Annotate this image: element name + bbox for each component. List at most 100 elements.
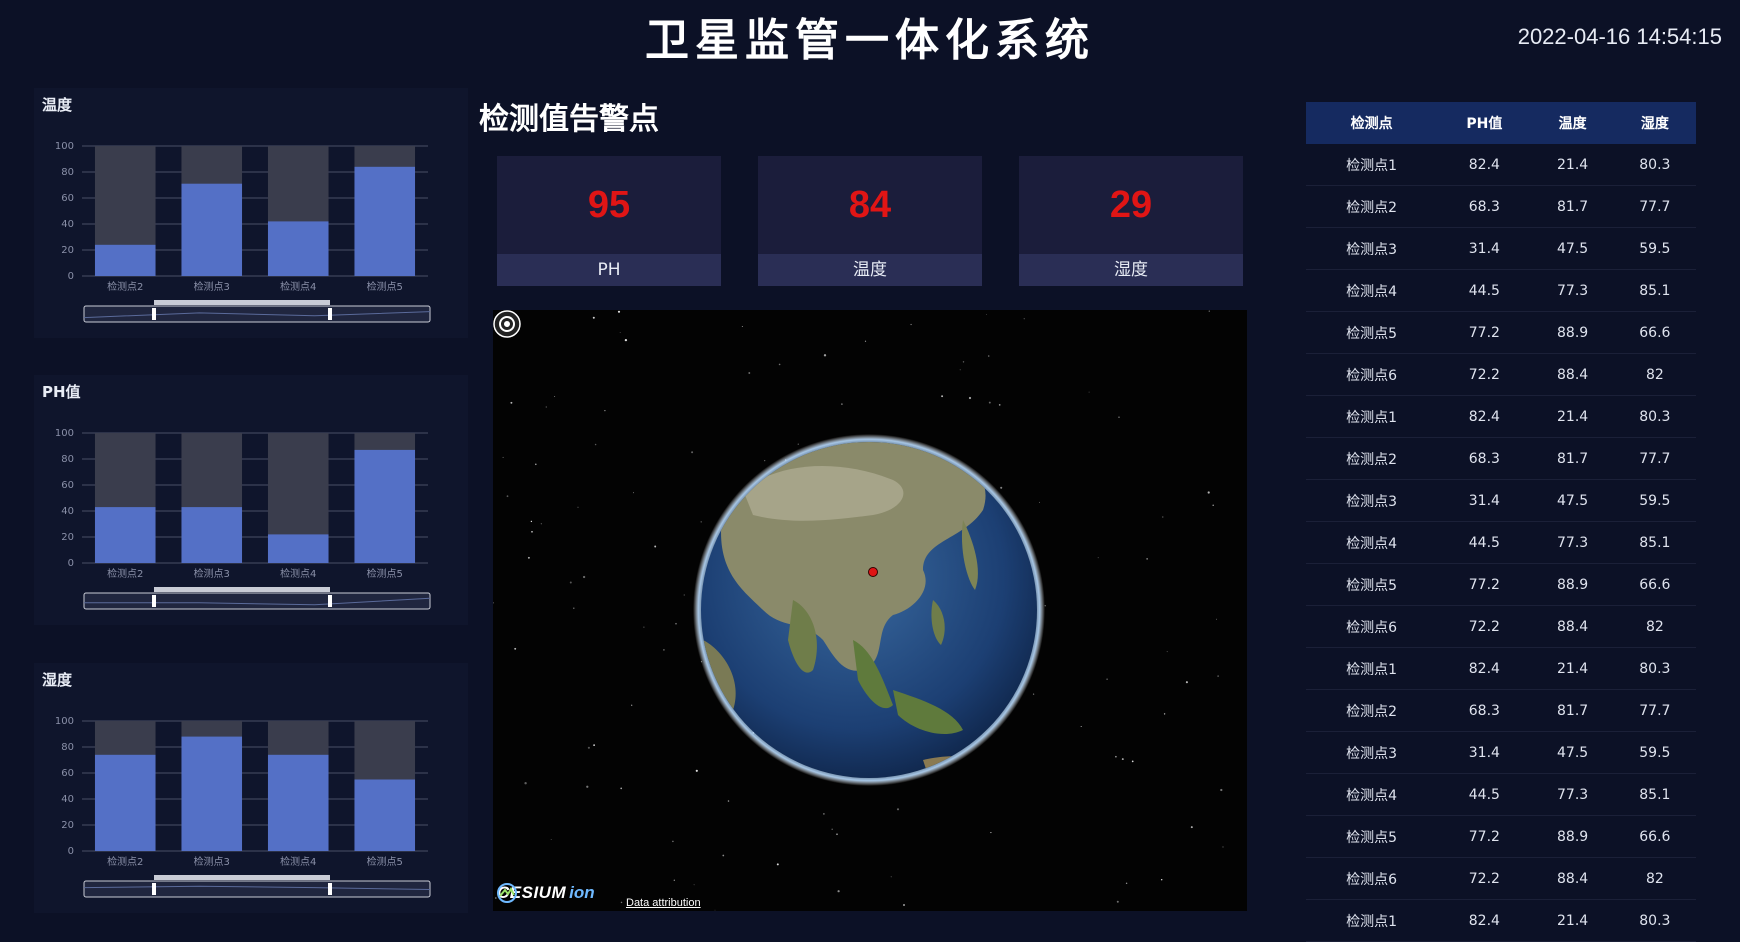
table-row[interactable]: 检测点2 68.3 81.7 77.7 bbox=[1306, 689, 1696, 732]
kpi-card-temperature: 84 温度 bbox=[758, 156, 982, 286]
y-tick-label: 20 bbox=[61, 532, 74, 543]
table-cell: 88.4 bbox=[1531, 605, 1614, 648]
cesium-ion-text: ion bbox=[569, 883, 595, 902]
table-cell: 77.7 bbox=[1613, 437, 1696, 480]
table-body: 检测点1 82.4 21.4 80.3 检测点2 68.3 81.7 77.7 检测点3 31.4… bbox=[1306, 144, 1696, 942]
table-row[interactable]: 检测点5 77.2 88.9 66.6 bbox=[1306, 563, 1696, 606]
bar[interactable] bbox=[181, 183, 243, 276]
compass-icon[interactable] bbox=[493, 310, 521, 338]
column-header: PH值 bbox=[1437, 102, 1532, 144]
table-cell: 77.7 bbox=[1613, 185, 1696, 228]
column-header: 检测点 bbox=[1306, 102, 1438, 144]
table-cell: 88.4 bbox=[1531, 857, 1614, 900]
table-row[interactable]: 检测点1 82.4 21.4 80.3 bbox=[1306, 647, 1696, 690]
table-row[interactable]: 检测点3 31.4 47.5 59.5 bbox=[1306, 479, 1696, 522]
table-cell: 检测点3 bbox=[1306, 227, 1438, 270]
datazoom-handle-left[interactable] bbox=[152, 883, 156, 895]
table-cell: 47.5 bbox=[1531, 479, 1614, 522]
y-tick-label: 40 bbox=[61, 506, 74, 517]
x-tick-label: 检测点4 bbox=[280, 567, 316, 580]
table-cell: 82 bbox=[1613, 353, 1696, 396]
datazoom-move-bar[interactable] bbox=[154, 875, 330, 880]
table-row[interactable]: 检测点6 72.2 88.4 82 bbox=[1306, 857, 1696, 900]
x-tick-label: 检测点2 bbox=[107, 280, 143, 293]
kpi-label: PH bbox=[497, 254, 721, 286]
table-cell: 检测点5 bbox=[1306, 311, 1438, 354]
table-cell: 80.3 bbox=[1613, 647, 1696, 690]
bar[interactable] bbox=[354, 779, 416, 852]
table-cell: 检测点1 bbox=[1306, 395, 1438, 438]
globe-viewer[interactable]: CESIUM ion Data attribution bbox=[493, 310, 1247, 911]
kpi-value: 29 bbox=[1109, 184, 1153, 226]
temperature-chart-panel: 温度 0 20 40 60 80 100 检测点2 检测点3 检测点4 检测点5 bbox=[34, 88, 468, 338]
x-tick-label: 检测点3 bbox=[194, 567, 230, 580]
table-row[interactable]: 检测点4 44.5 77.3 85.1 bbox=[1306, 773, 1696, 816]
table-row[interactable]: 检测点5 77.2 88.9 66.6 bbox=[1306, 311, 1696, 354]
datazoom-handle-left[interactable] bbox=[152, 308, 156, 320]
table-row[interactable]: 检测点2 68.3 81.7 77.7 bbox=[1306, 185, 1696, 228]
table-cell: 47.5 bbox=[1531, 227, 1614, 270]
table-cell: 47.5 bbox=[1531, 731, 1614, 774]
table-row[interactable]: 检测点1 82.4 21.4 80.3 bbox=[1306, 899, 1696, 942]
datazoom-move-bar[interactable] bbox=[154, 587, 330, 592]
globe-canvas[interactable] bbox=[493, 310, 1247, 911]
datazoom-handle-right[interactable] bbox=[328, 883, 332, 895]
table-cell: 77.2 bbox=[1437, 563, 1532, 606]
y-tick-label: 80 bbox=[61, 742, 74, 753]
table-row[interactable]: 检测点1 82.4 21.4 80.3 bbox=[1306, 395, 1696, 438]
datazoom-handle-right[interactable] bbox=[328, 308, 332, 320]
table-cell: 85.1 bbox=[1613, 521, 1696, 564]
datazoom-handle-right[interactable] bbox=[328, 595, 332, 607]
y-tick-label: 40 bbox=[61, 219, 74, 230]
table-cell: 66.6 bbox=[1613, 815, 1696, 858]
table-cell: 82 bbox=[1613, 857, 1696, 900]
table-row[interactable]: 检测点3 31.4 47.5 59.5 bbox=[1306, 227, 1696, 270]
table-row[interactable]: 检测点4 44.5 77.3 85.1 bbox=[1306, 521, 1696, 564]
bar[interactable] bbox=[354, 166, 416, 276]
ph-bar-chart: 0 20 40 60 80 100 检测点2 检测点3 检测点4 检测点5 bbox=[55, 428, 431, 610]
bar[interactable] bbox=[354, 449, 416, 563]
table-cell: 检测点3 bbox=[1306, 731, 1438, 774]
table-cell: 88.9 bbox=[1531, 563, 1614, 606]
table-row[interactable]: 检测点5 77.2 88.9 66.6 bbox=[1306, 815, 1696, 858]
table-cell: 82 bbox=[1613, 605, 1696, 648]
bar[interactable] bbox=[94, 754, 156, 851]
table-cell: 80.3 bbox=[1613, 899, 1696, 942]
datazoom-move-bar[interactable] bbox=[154, 300, 330, 305]
datazoom-handle-left[interactable] bbox=[152, 595, 156, 607]
cesium-logo-icon bbox=[497, 883, 517, 903]
table-cell: 检测点5 bbox=[1306, 815, 1438, 858]
bar[interactable] bbox=[267, 534, 329, 563]
bar[interactable] bbox=[94, 507, 156, 563]
kpi-label: 湿度 bbox=[1019, 254, 1243, 286]
x-tick-label: 检测点2 bbox=[107, 567, 143, 580]
table-row[interactable]: 检测点3 31.4 47.5 59.5 bbox=[1306, 731, 1696, 774]
table-row[interactable]: 检测点6 72.2 88.4 82 bbox=[1306, 353, 1696, 396]
bar[interactable] bbox=[181, 736, 243, 851]
app-title: 卫星监管一体化系统 bbox=[645, 15, 1095, 66]
y-tick-label: 0 bbox=[68, 271, 74, 282]
location-marker[interactable] bbox=[868, 567, 878, 577]
table-row[interactable]: 检测点4 44.5 77.3 85.1 bbox=[1306, 269, 1696, 312]
monitoring-data-table: 检测点 PH值 温度 湿度 检测点1 82.4 21.4 80.3 检测点2 68.3 81… bbox=[1306, 102, 1696, 942]
bar[interactable] bbox=[94, 244, 156, 276]
data-attribution-link[interactable]: Data attribution bbox=[626, 897, 701, 909]
table-header-row: 检测点 PH值 温度 湿度 bbox=[1306, 102, 1696, 144]
y-tick-label: 100 bbox=[55, 428, 74, 439]
table-cell: 检测点5 bbox=[1306, 563, 1438, 606]
table-cell: 82.4 bbox=[1437, 647, 1532, 690]
table-cell: 检测点1 bbox=[1306, 647, 1438, 690]
table-cell: 检测点1 bbox=[1306, 144, 1438, 186]
cesium-logo[interactable]: CESIUM ion bbox=[497, 883, 595, 903]
table-row[interactable]: 检测点6 72.2 88.4 82 bbox=[1306, 605, 1696, 648]
humidity-chart-panel: 湿度 0 20 40 60 80 100 检测点2 检测点3 检测点4 检测点5 bbox=[34, 663, 468, 913]
table-row[interactable]: 检测点1 82.4 21.4 80.3 bbox=[1306, 144, 1696, 186]
table-cell: 82.4 bbox=[1437, 899, 1532, 942]
table-row[interactable]: 检测点2 68.3 81.7 77.7 bbox=[1306, 437, 1696, 480]
bar[interactable] bbox=[267, 221, 329, 276]
bar[interactable] bbox=[267, 754, 329, 851]
bar[interactable] bbox=[181, 507, 243, 563]
column-header: 温度 bbox=[1531, 102, 1614, 144]
x-tick-label: 检测点5 bbox=[367, 855, 403, 868]
table-cell: 21.4 bbox=[1531, 144, 1614, 186]
